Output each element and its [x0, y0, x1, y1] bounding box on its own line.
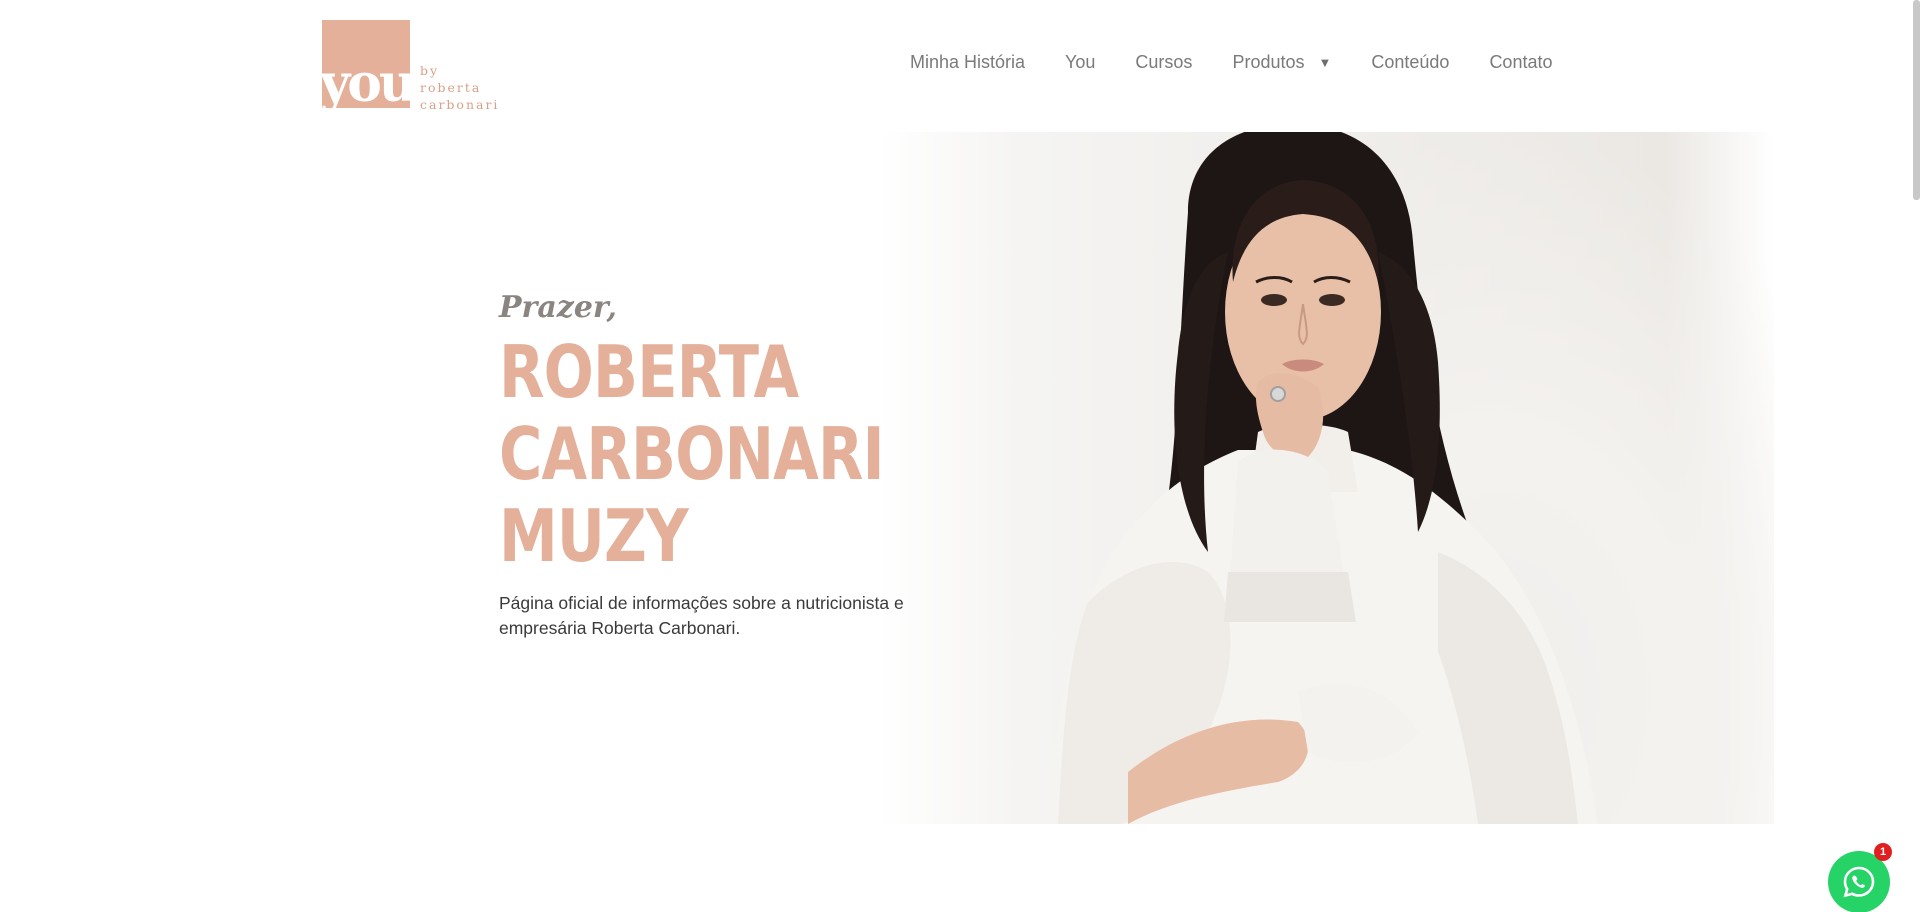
hero-name: ROBERTA CARBONARI MUZY [499, 331, 969, 577]
logo-line-1: roberta [420, 80, 482, 95]
caret-down-icon: ▼ [1318, 55, 1332, 70]
whatsapp-icon [1843, 866, 1875, 898]
hero-greeting: Prazer, [499, 290, 617, 325]
nav-conteudo[interactable]: Conteúdo [1371, 52, 1449, 73]
logo-word: you [322, 53, 410, 109]
notification-badge: 1 [1874, 843, 1892, 861]
logo-by: by [420, 63, 440, 78]
nav-produtos[interactable]: Produtos ▼ [1232, 52, 1331, 73]
hero-description: Página oficial de informações sobre a nu… [499, 593, 904, 638]
nav-minha-historia[interactable]: Minha História [910, 52, 1025, 73]
hero-photo [878, 132, 1774, 824]
scrollbar[interactable] [1913, 0, 1920, 200]
site-logo[interactable]: you by roberta carbonari [322, 20, 499, 113]
portrait-illustration [1048, 132, 1598, 824]
nav-contato[interactable]: Contato [1489, 52, 1552, 73]
logo-line-2: carbonari [420, 97, 500, 112]
hero-name-line-1: ROBERTA [499, 330, 799, 414]
main-nav: Minha História You Cursos Produtos ▼ Con… [910, 52, 1552, 73]
logo-mark: you [322, 20, 410, 108]
nav-cursos[interactable]: Cursos [1135, 52, 1192, 73]
logo-text: by roberta carbonari [420, 62, 499, 113]
nav-you[interactable]: You [1065, 52, 1095, 73]
whatsapp-button[interactable]: 1 [1828, 843, 1892, 912]
hero-text: Prazer, ROBERTA CARBONARI MUZY Página of… [499, 290, 969, 659]
nav-produtos-label: Produtos [1232, 52, 1305, 72]
hero-name-line-3: MUZY [499, 494, 689, 578]
page: you by roberta carbonari Minha História … [0, 0, 1920, 912]
hero-name-line-2: CARBONARI [499, 412, 885, 496]
